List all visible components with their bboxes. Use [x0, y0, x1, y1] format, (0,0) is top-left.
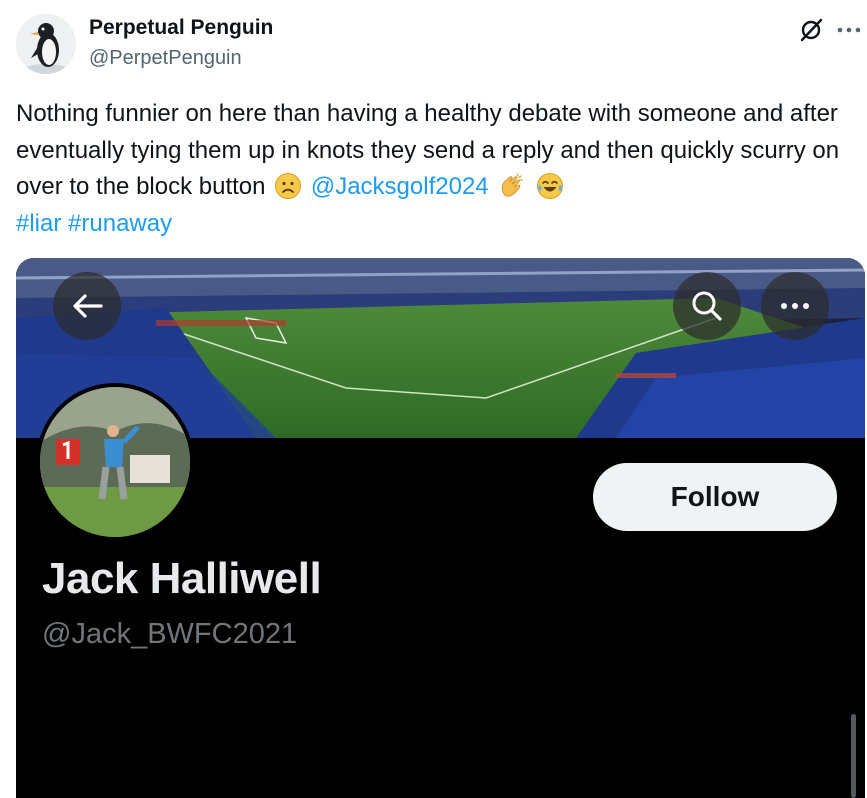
golfer-photo: [40, 387, 190, 537]
mention-link[interactable]: @Jacksgolf2024: [311, 173, 489, 200]
profile-avatar[interactable]: [36, 383, 194, 541]
hashtag-liar[interactable]: #liar: [16, 210, 61, 237]
follow-button[interactable]: Follow: [593, 463, 837, 531]
search-icon[interactable]: [673, 272, 741, 340]
tweet-text: Nothing funnier on here than having a he…: [16, 96, 861, 242]
tears-of-joy-emoji: [536, 172, 564, 200]
more-dots-icon[interactable]: [834, 16, 864, 44]
clapping-hands-emoji: [497, 172, 525, 200]
hashtag-runaway[interactable]: #runaway: [68, 210, 172, 237]
author-handle[interactable]: @PerpetPenguin: [89, 47, 242, 70]
penguin-avatar-image: [16, 14, 76, 74]
author-display-name[interactable]: Perpetual Penguin: [89, 16, 273, 40]
profile-handle: @Jack_BWFC2021: [42, 618, 298, 650]
frowning-face-emoji: [274, 172, 302, 200]
back-arrow-icon[interactable]: [53, 272, 121, 340]
scrollbar[interactable]: [851, 714, 856, 798]
embedded-profile-screenshot[interactable]: Follow Jack Halliwell @Jack_BWFC2021: [16, 258, 865, 798]
slashed-circle-icon[interactable]: [797, 16, 827, 44]
more-dots-icon[interactable]: [761, 272, 829, 340]
author-avatar[interactable]: [16, 14, 76, 74]
profile-name: Jack Halliwell: [42, 554, 322, 603]
